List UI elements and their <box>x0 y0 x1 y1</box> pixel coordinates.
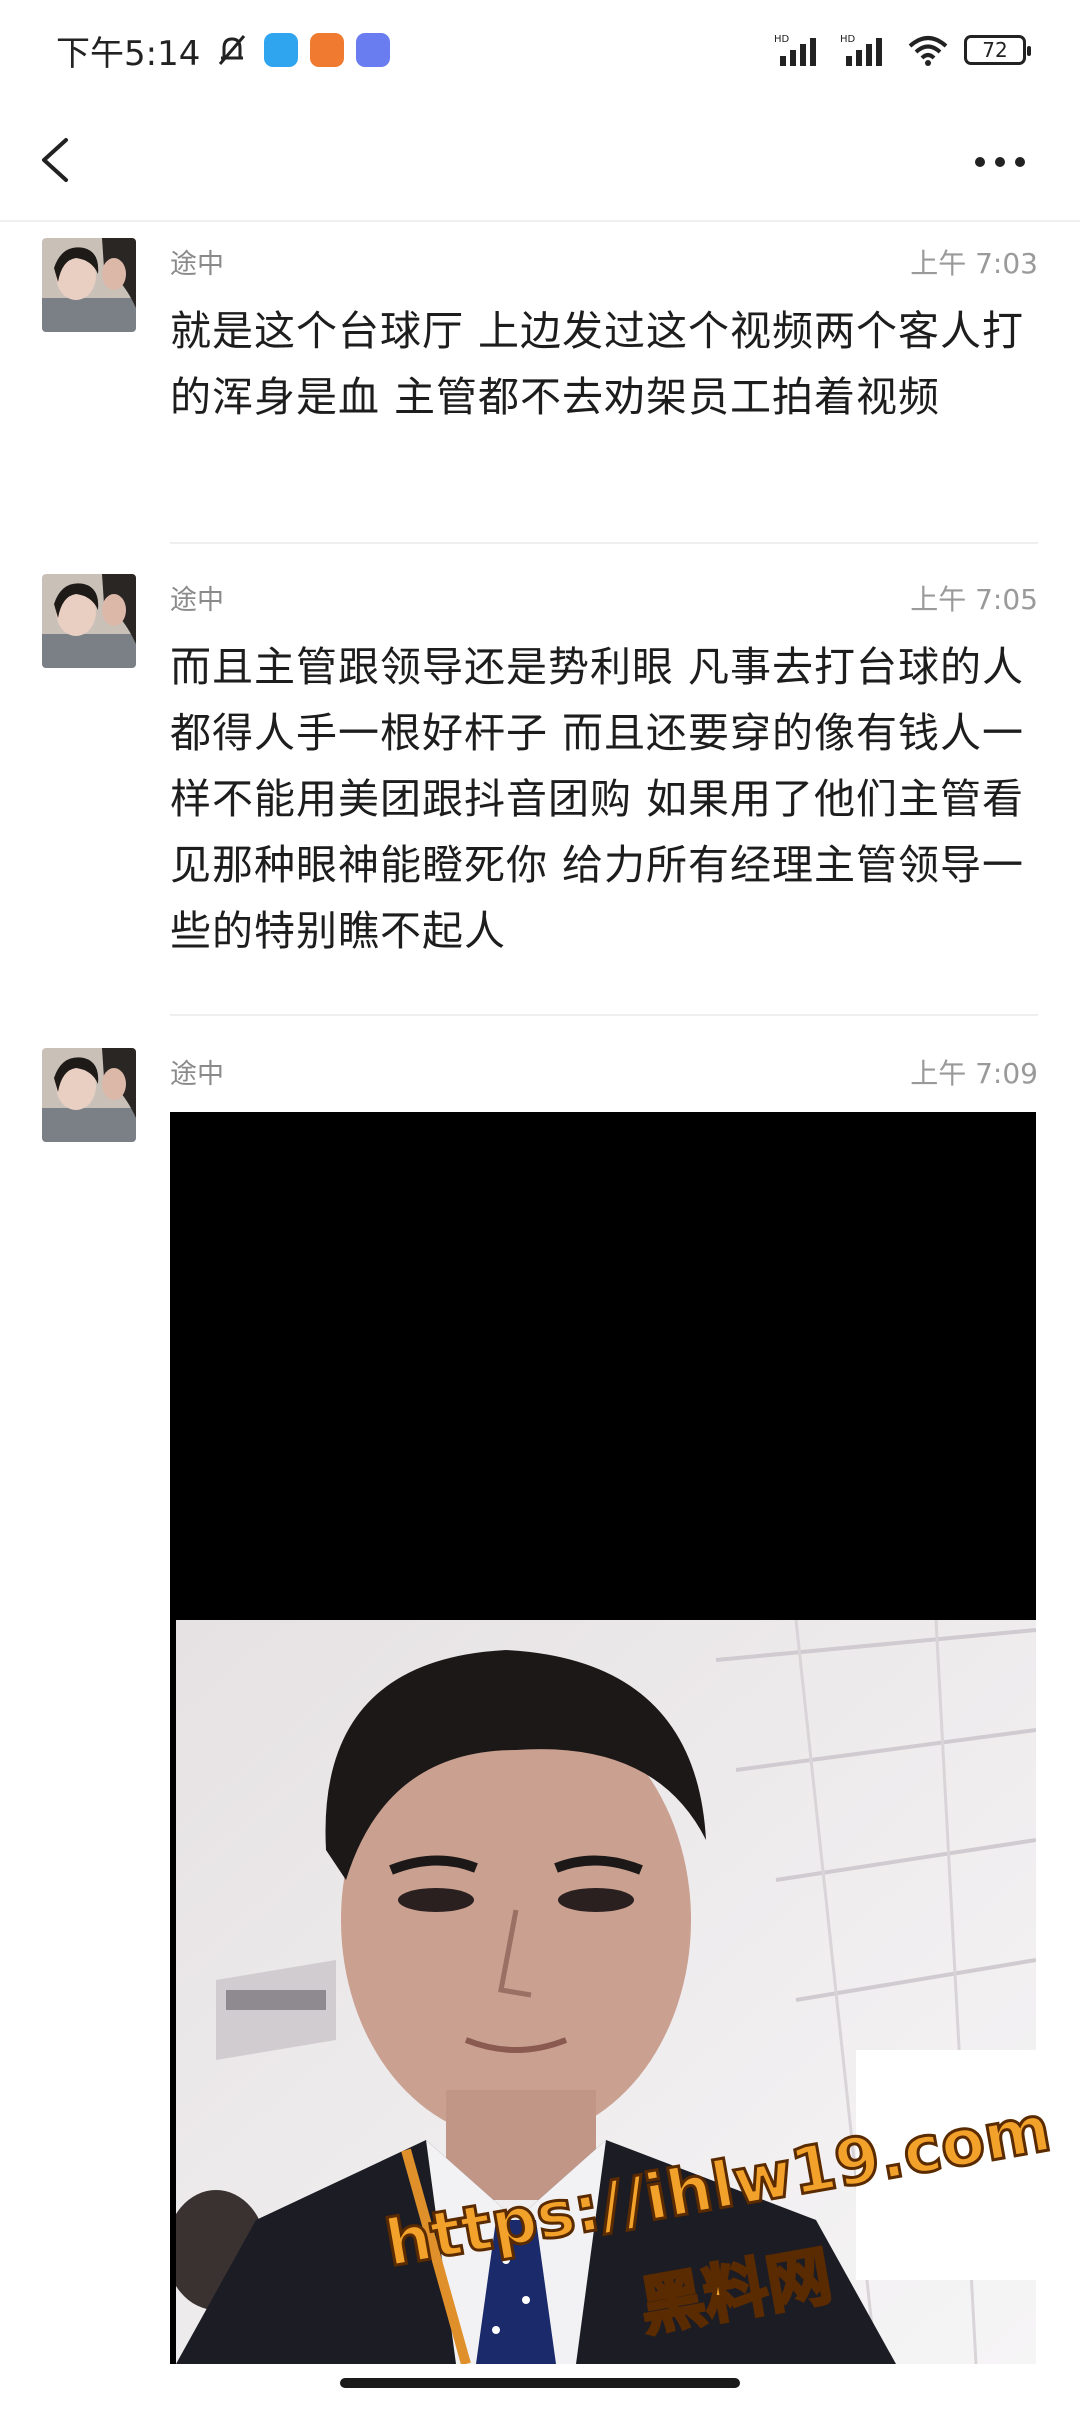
app-notification-icon-1 <box>264 33 299 67</box>
message-item[interactable]: 途中 上午 7:03 就是这个台球厅 上边发过这个视频两个客人打的浑身是血 主管… <box>0 238 1080 528</box>
avatar[interactable] <box>42 1048 136 1142</box>
sender-name: 途中 <box>170 1059 224 1090</box>
home-indicator[interactable] <box>340 2378 740 2388</box>
status-left: 下午5:14 <box>56 26 391 75</box>
chevron-left-icon <box>42 138 68 182</box>
message-text: 而且主管跟领导还是势利眼 凡事去打台球的人都得人手一根好杆子 而且还要穿的像有钱… <box>170 643 1025 955</box>
sender-name: 途中 <box>170 585 224 616</box>
app-notification-icon-2 <box>310 33 345 67</box>
message-time: 上午 7:03 <box>910 247 1038 280</box>
battery-indicator: 72 <box>964 35 1031 65</box>
status-right: HD HD 72 <box>774 32 1031 68</box>
divider <box>170 542 1038 544</box>
signal-label-1: HD <box>774 34 790 45</box>
sender-name: 途中 <box>170 249 224 280</box>
message-time: 上午 7:09 <box>910 1057 1038 1090</box>
selfie-photo <box>176 1620 1036 2364</box>
signal-label-2: HD <box>840 34 856 45</box>
more-horizontal-icon <box>975 157 1025 167</box>
avatar[interactable] <box>42 238 136 332</box>
message-time: 上午 7:05 <box>910 583 1038 616</box>
cellular-signal-icon: HD <box>774 34 816 66</box>
mute-bell-icon <box>219 35 246 65</box>
status-bar: 下午5:14 HD HD 72 <box>0 0 1080 100</box>
wifi-icon <box>908 36 948 66</box>
message-text: 就是这个台球厅 上边发过这个视频两个客人打的浑身是血 主管都不去劝架员工拍着视频 <box>170 307 1025 421</box>
more-options-button[interactable] <box>960 130 1040 190</box>
back-button[interactable] <box>30 120 90 200</box>
cellular-signal-icon-2: HD <box>840 34 882 66</box>
avatar[interactable] <box>42 574 136 668</box>
nav-bar <box>0 100 1080 222</box>
status-time: 下午5:14 <box>56 33 201 74</box>
battery-level: 72 <box>982 38 1008 62</box>
divider <box>170 1014 1038 1016</box>
app-notification-icon-3 <box>356 33 391 67</box>
image-message[interactable] <box>170 1112 1036 2364</box>
message-item[interactable]: 途中 上午 7:05 而且主管跟领导还是势利眼 凡事去打台球的人都得人手一根好杆… <box>0 574 1080 994</box>
message-item[interactable]: 途中 上午 7:09 <box>0 1048 1080 1142</box>
